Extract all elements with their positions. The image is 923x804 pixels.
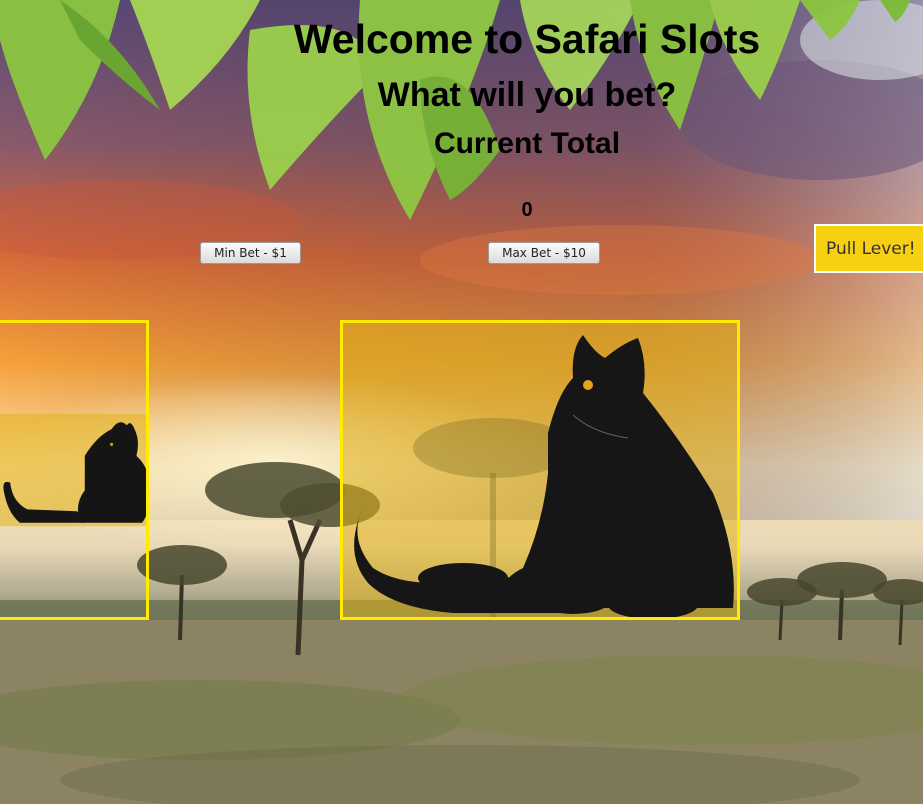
pull-lever-button[interactable]: Pull Lever! bbox=[814, 224, 923, 273]
max-bet-button[interactable]: Max Bet - $10 bbox=[488, 242, 600, 264]
page-title: Welcome to Safari Slots bbox=[293, 16, 761, 62]
black-panther-icon bbox=[0, 413, 146, 527]
slot-reel-1 bbox=[0, 320, 149, 620]
current-total-label: Current Total bbox=[433, 127, 621, 160]
black-panther-icon bbox=[343, 323, 737, 617]
slot-reel-2 bbox=[340, 320, 740, 620]
current-total-value: 0 bbox=[521, 199, 533, 221]
bet-prompt: What will you bet? bbox=[377, 76, 677, 114]
min-bet-button[interactable]: Min Bet - $1 bbox=[200, 242, 301, 264]
